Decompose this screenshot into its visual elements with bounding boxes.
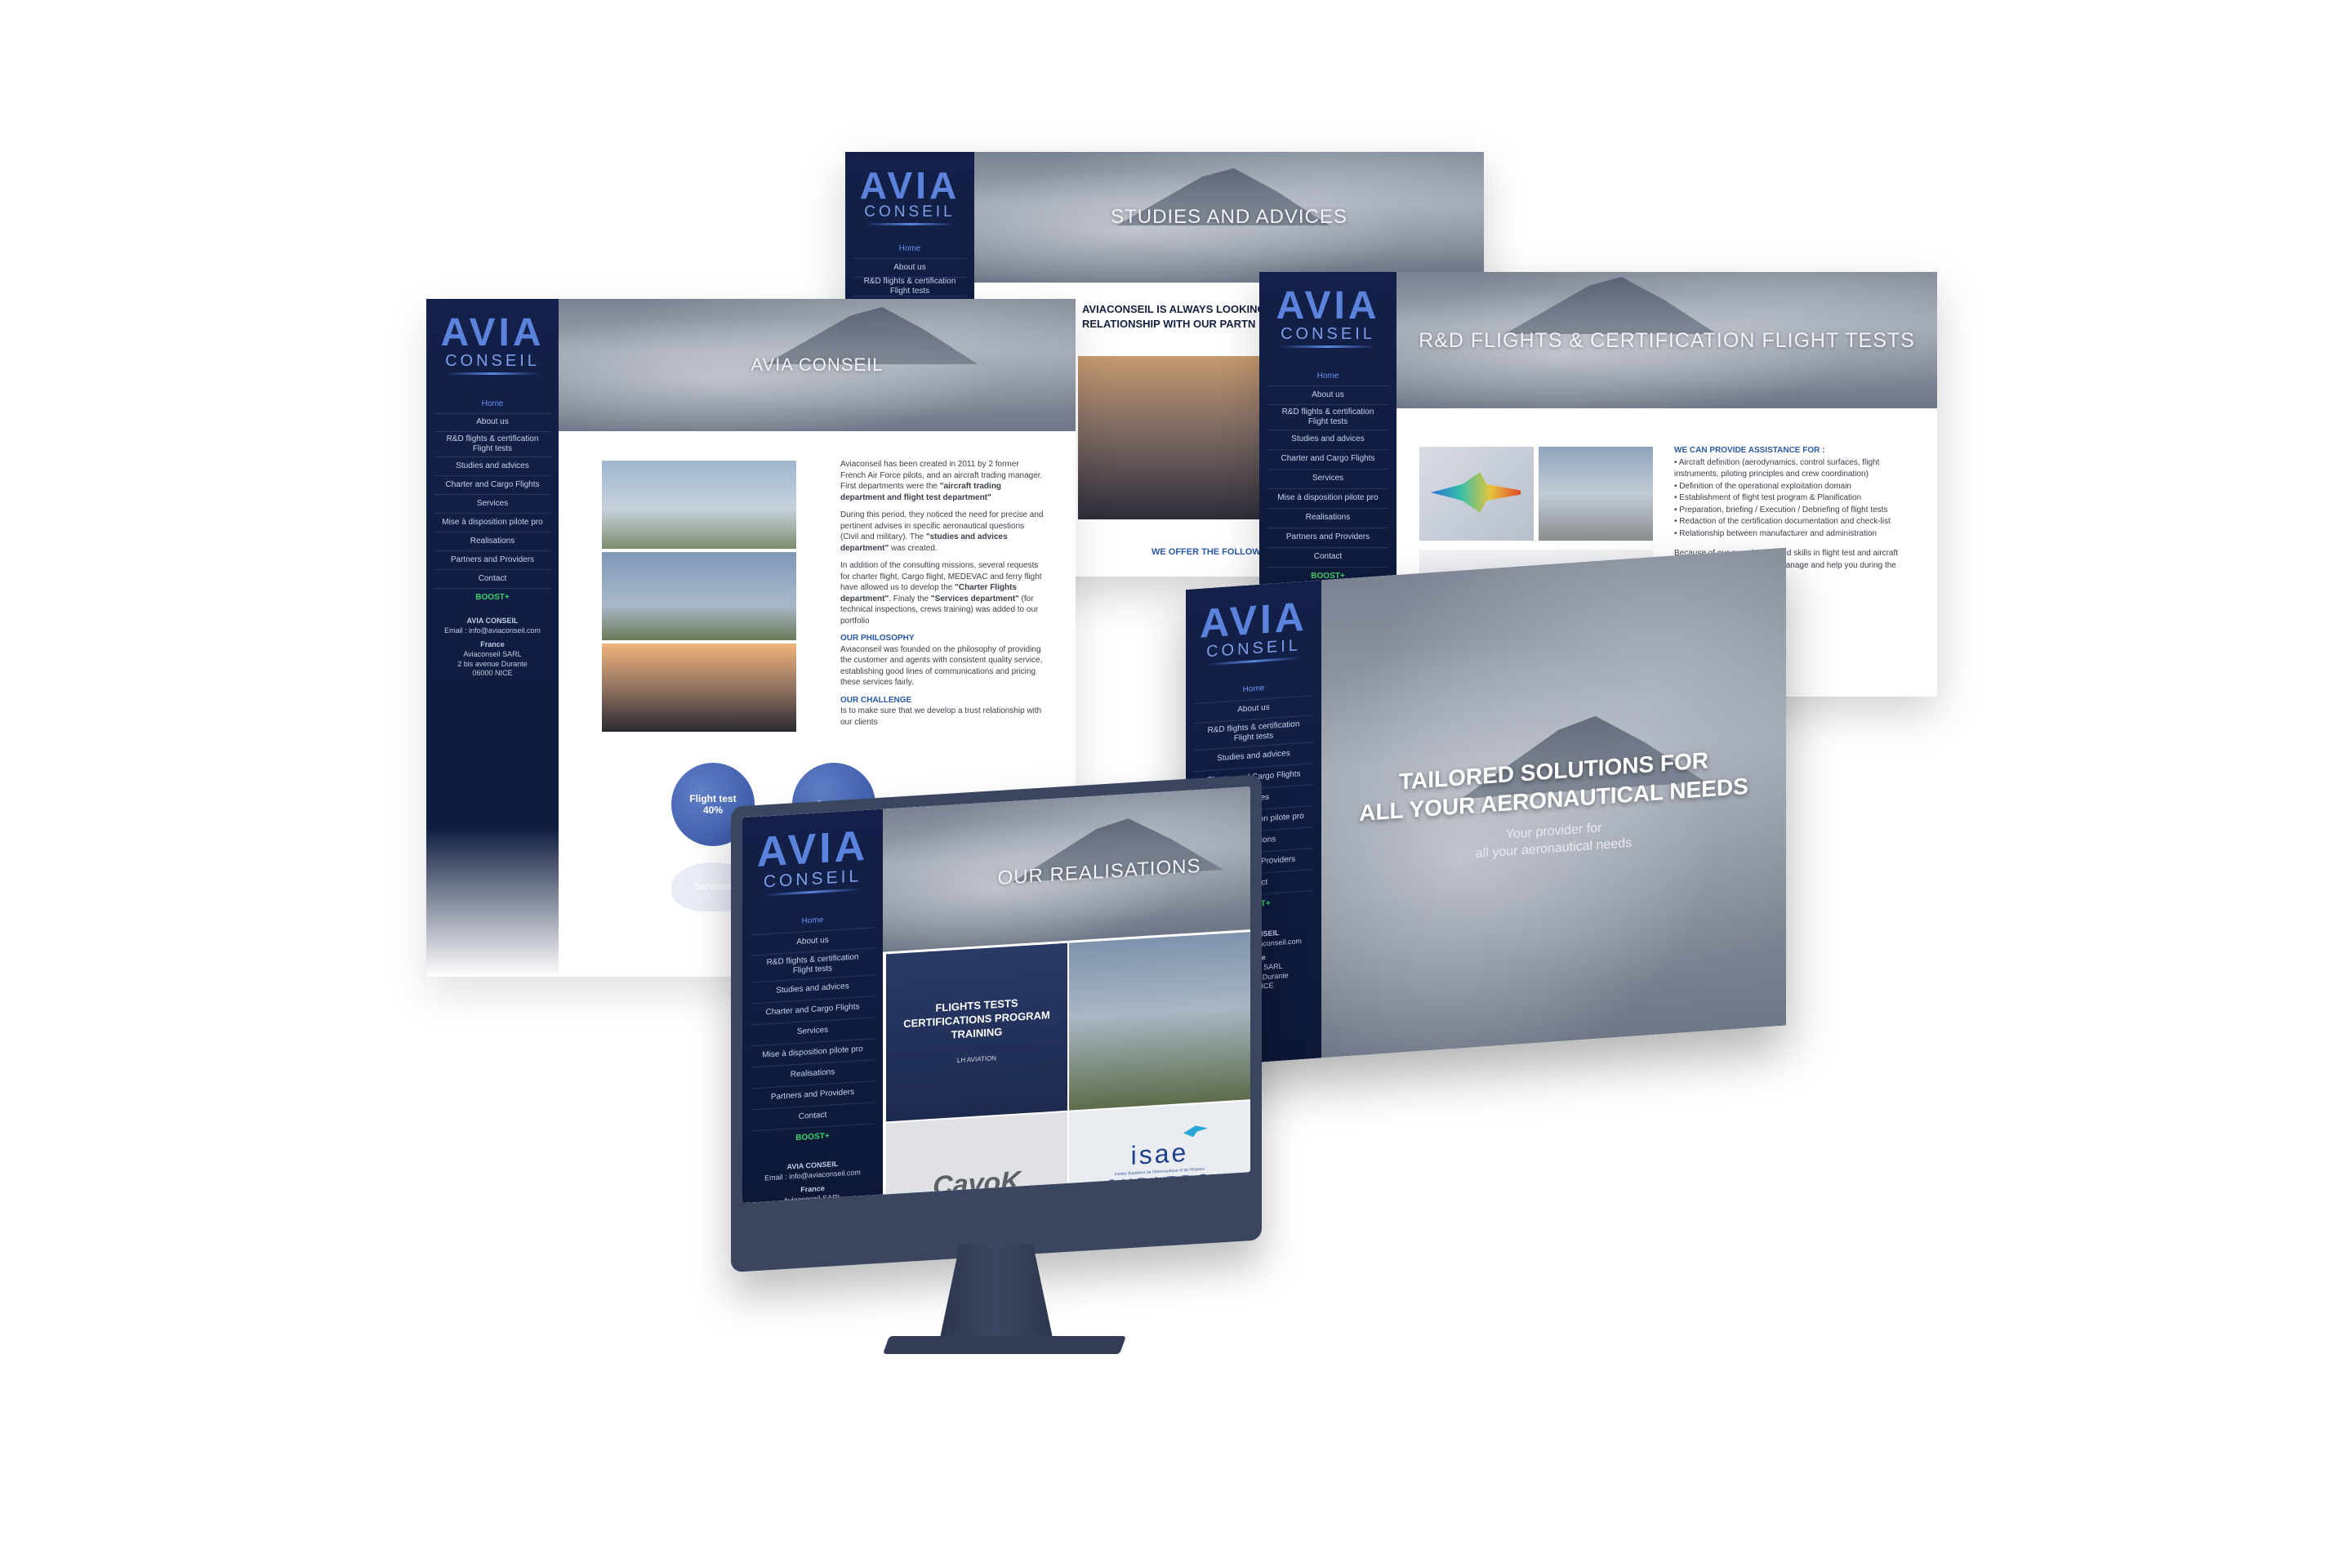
nav-charter[interactable]: Charter and Cargo Flights <box>434 476 550 495</box>
email-link[interactable]: Email : info@aviaconseil.com <box>426 626 559 636</box>
nav-services[interactable]: Services <box>434 495 550 514</box>
cavok-logo: CavoK <box>933 1165 1021 1202</box>
sidebar: AVIA CONSEIL Home About us R&D flights &… <box>742 808 883 1204</box>
hero-banner: R&D FLIGHTS & CERTIFICATION FLIGHT TESTS <box>1396 272 1937 408</box>
nav-mise-a-disposition[interactable]: Mise à disposition pilote pro <box>434 514 550 532</box>
page-title: STUDIES AND ADVICES <box>1111 206 1348 228</box>
nav-rd-flights[interactable]: R&D flights & certification Flight tests <box>853 277 966 296</box>
offer-title: WE OFFER THE FOLLOWING <box>1152 547 1277 557</box>
nav-contact[interactable]: Contact <box>1267 548 1388 568</box>
contact-info: AVIA CONSEIL Email : info@aviaconseil.co… <box>742 1157 883 1203</box>
realisation-tile-isae[interactable]: isae Institut Supérieur de l'Aéronautiqu… <box>1069 1101 1250 1204</box>
nav-home[interactable]: Home <box>434 396 550 414</box>
hero-banner: STUDIES AND ADVICES <box>974 152 1484 283</box>
realisation-tile-aircraft-photo[interactable] <box>1069 932 1250 1111</box>
nav-partners[interactable]: Partners and Providers <box>434 551 550 570</box>
avia-conseil-logo[interactable]: AVIA CONSEIL <box>1186 594 1321 667</box>
tile-caption: FLIGHTS TESTS CERTIFICATIONS PROGRAM TRA… <box>903 996 1050 1064</box>
monitor: AVIA CONSEIL Home About us R&D flights &… <box>731 774 1270 1374</box>
nav-partners[interactable]: Partners and Providers <box>1267 528 1388 548</box>
wing-icon <box>446 372 539 375</box>
avia-conseil-logo[interactable]: AVIA CONSEIL <box>426 314 559 375</box>
sidebar: AVIA CONSEIL Home About us R&D flights &… <box>426 299 559 977</box>
aircraft-cockpit-photo <box>1539 447 1653 541</box>
nav-about[interactable]: About us <box>1267 386 1388 405</box>
page-home: AVIA CONSEIL Home About us R&D flights &… <box>1186 547 1786 1067</box>
monitor-bezel: AVIA CONSEIL Home About us R&D flights &… <box>731 774 1262 1272</box>
aerobatic-aircraft-photo <box>602 552 796 640</box>
page-title: AVIA CONSEIL <box>751 354 884 375</box>
isae-logo: isae Institut Supérieur de l'Aéronautiqu… <box>1106 1137 1214 1196</box>
hero-fullscreen: TAILORED SOLUTIONS FOR ALL YOUR AERONAUT… <box>1321 547 1786 1058</box>
nav-realisations[interactable]: Realisations <box>1267 509 1388 528</box>
avia-conseil-logo[interactable]: AVIA CONSEIL <box>1259 287 1396 348</box>
about-text: Aviaconseil has been created in 2011 by … <box>840 460 1044 727</box>
realisation-tile-cavok[interactable]: CavoK <box>886 1111 1067 1204</box>
nav-home[interactable]: Home <box>1267 368 1388 386</box>
avia-conseil-logo[interactable]: AVIA CONSEIL <box>742 822 883 898</box>
hero-banner: OUR REALISATIONS <box>883 786 1250 952</box>
business-jet-runway-photo <box>602 644 796 732</box>
realisation-tile-lh-aviation[interactable]: FLIGHTS TESTS CERTIFICATIONS PROGRAM TRA… <box>886 942 1067 1122</box>
nav-services[interactable]: Services <box>1267 470 1388 489</box>
hero-banner: AVIA CONSEIL <box>559 299 1076 431</box>
nav-studies[interactable]: Studies and advices <box>1267 430 1388 450</box>
wing-icon <box>1280 345 1376 348</box>
nav-boost[interactable]: BOOST+ <box>434 589 550 607</box>
nav-home[interactable]: Home <box>853 240 966 259</box>
page-title: R&D FLIGHTS & CERTIFICATION FLIGHT TESTS <box>1419 329 1915 352</box>
wing-icon <box>864 223 956 225</box>
nav-contact[interactable]: Contact <box>434 570 550 589</box>
nav-about[interactable]: About us <box>853 259 966 278</box>
nav-realisations[interactable]: Realisations <box>434 532 550 551</box>
avia-conseil-logo[interactable]: AVIA CONSEIL <box>845 167 974 225</box>
nav-rd-flights[interactable]: R&D flights & certification Flight tests <box>1267 405 1388 430</box>
nav-mise-a-disposition[interactable]: Mise à disposition pilote pro <box>1267 489 1388 509</box>
philosophy-heading: OUR PHILOSOPHY <box>840 634 915 643</box>
nav-charter[interactable]: Charter and Cargo Flights <box>1267 450 1388 470</box>
contact-info: AVIA CONSEIL Email : info@aviaconseil.co… <box>426 617 559 679</box>
nav-studies[interactable]: Studies and advices <box>434 457 550 476</box>
monitor-screen: AVIA CONSEIL Home About us R&D flights &… <box>742 786 1250 1204</box>
nav-rd-flights[interactable]: R&D flights & certification Flight tests <box>434 432 550 457</box>
monitor-base <box>882 1336 1127 1354</box>
nav-about[interactable]: About us <box>434 414 550 432</box>
mountain-image <box>1504 277 1717 334</box>
challenge-heading: OUR CHALLENGE <box>840 695 912 705</box>
antonov-aircraft-photo <box>602 461 796 549</box>
